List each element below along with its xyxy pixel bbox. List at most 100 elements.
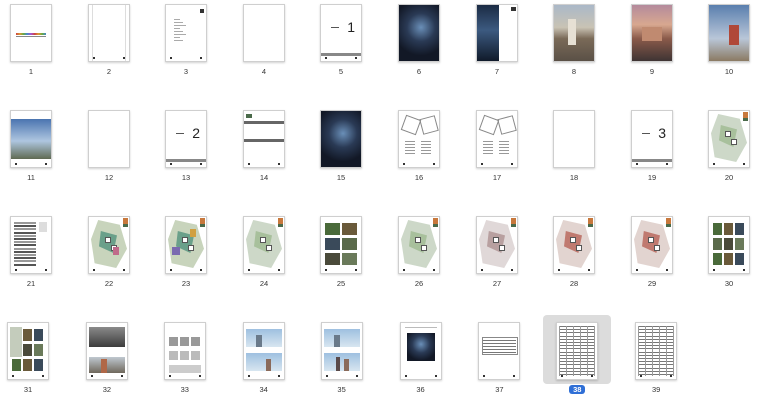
- thumb-detail: [14, 228, 36, 231]
- page-preview: [10, 110, 52, 168]
- page-thumbnail[interactable]: 16: [380, 110, 458, 205]
- page-number: 32: [68, 385, 146, 394]
- page-number-label: 38: [569, 385, 586, 394]
- page-marker: [123, 57, 125, 59]
- thumb-detail: [14, 244, 36, 247]
- page-thumbnail[interactable]: 2: [70, 4, 148, 99]
- page-marker: [200, 57, 202, 59]
- thumb-detail: [559, 358, 596, 359]
- page-thumbnail[interactable]: 12: [70, 110, 148, 205]
- thumb-detail: [14, 225, 36, 228]
- thumb-detail: [559, 374, 596, 375]
- page-thumbnail[interactable]: 3 19: [613, 110, 691, 205]
- page-marker: [278, 269, 280, 271]
- page-thumbnail[interactable]: 11: [0, 110, 70, 205]
- page-thumbnail[interactable]: 30: [690, 216, 760, 311]
- thumb-detail: [493, 237, 499, 243]
- thumb-detail: [174, 40, 183, 41]
- page-thumbnail[interactable]: 23: [147, 216, 225, 311]
- page-thumbnail[interactable]: 1: [0, 4, 70, 99]
- page-thumbnail[interactable]: 17: [458, 110, 536, 205]
- page-preview: [556, 322, 599, 380]
- thumb-detail: [483, 153, 493, 154]
- page-thumbnail[interactable]: 33: [146, 322, 224, 417]
- page-thumbnail[interactable]: 32: [68, 322, 146, 417]
- page-thumbnail[interactable]: 21: [0, 216, 70, 311]
- page-thumbnail[interactable]: 24: [225, 216, 303, 311]
- page-thumbnail[interactable]: 35: [303, 322, 381, 417]
- page-thumbnail[interactable]: 10: [690, 4, 760, 99]
- thumb-detail: [244, 139, 284, 142]
- page-thumbnail[interactable]: 28: [535, 216, 613, 311]
- page-thumbnail[interactable]: 4: [225, 4, 303, 99]
- thumb-detail: [174, 31, 183, 32]
- page-preview: [553, 110, 595, 168]
- page-thumbnail[interactable]: 39: [617, 322, 695, 417]
- page-thumbnail[interactable]: 14: [225, 110, 303, 205]
- page-thumbnail[interactable]: 8: [535, 4, 613, 99]
- thumb-detail: [88, 357, 125, 373]
- page-thumbnail[interactable]: 18: [535, 110, 613, 205]
- page-number: 9: [613, 67, 691, 76]
- thumb-detail: [14, 231, 36, 234]
- page-number-label: 31: [23, 385, 33, 394]
- thumb-detail: [405, 141, 415, 142]
- page-thumbnail[interactable]: 9: [613, 4, 691, 99]
- thumb-detail: [404, 327, 437, 328]
- thumb-detail: [14, 241, 36, 244]
- page-number: 31: [0, 385, 67, 394]
- page-number-label: 7: [494, 67, 500, 76]
- page-number-label: 21: [26, 279, 36, 288]
- page-marker: [743, 269, 745, 271]
- thumb-detail: [245, 329, 282, 347]
- page-thumbnail[interactable]: 31: [0, 322, 67, 417]
- page-thumbnail[interactable]: 7: [458, 4, 536, 99]
- thumb-detail: [333, 335, 340, 347]
- page-number: 13: [147, 173, 225, 182]
- thumb-detail: [14, 238, 36, 240]
- thumb-detail: [174, 34, 186, 35]
- thumb-detail: [713, 238, 722, 250]
- page-thumbnail[interactable]: 15: [302, 4, 380, 99]
- page-number: 35: [303, 385, 381, 394]
- thumb-detail: [421, 144, 431, 145]
- thumb-detail: [559, 348, 596, 350]
- page-thumbnail[interactable]: 15: [302, 110, 380, 205]
- thumb-detail: [405, 153, 415, 154]
- page-thumbnail[interactable]: 37: [460, 322, 538, 417]
- page-thumbnail[interactable]: 34: [225, 322, 303, 417]
- page-marker: [403, 269, 405, 271]
- page-marker: [511, 269, 513, 271]
- thumb-detail: [405, 147, 415, 148]
- page-thumbnail[interactable]: 25: [302, 216, 380, 311]
- thumb-detail: [478, 114, 500, 136]
- page-number: 22: [70, 279, 148, 288]
- page-thumbnail[interactable]: 6: [380, 4, 458, 99]
- page-marker: [15, 163, 17, 165]
- thumb-detail: [638, 374, 675, 375]
- thumb-detail: [14, 257, 36, 260]
- thumb-detail: [568, 19, 576, 45]
- page-thumbnail[interactable]: 27: [458, 216, 536, 311]
- page-preview: [476, 216, 518, 274]
- page-marker: [15, 269, 17, 271]
- thumb-detail: [559, 326, 596, 327]
- thumb-detail: [638, 326, 675, 327]
- page-thumbnail[interactable]: 3: [147, 4, 225, 99]
- page-number-label: 26: [414, 279, 424, 288]
- page-thumbnail[interactable]: 2 13: [147, 110, 225, 205]
- page-thumbnail[interactable]: 38: [538, 315, 616, 417]
- page-thumbnail[interactable]: 26: [380, 216, 458, 311]
- page-preview: [478, 322, 521, 380]
- page-marker: [248, 269, 250, 271]
- page-number-label: 15: [336, 173, 346, 182]
- thumb-detail: [188, 245, 194, 251]
- page-thumbnail[interactable]: 29: [613, 216, 691, 311]
- page-number: 28: [535, 279, 613, 288]
- page-marker: [561, 375, 564, 377]
- page-preview: [7, 322, 49, 380]
- page-thumbnail[interactable]: 20: [690, 110, 760, 205]
- page-thumbnail[interactable]: 36: [382, 322, 460, 417]
- page-preview: [708, 216, 750, 274]
- page-thumbnail[interactable]: 22: [70, 216, 148, 311]
